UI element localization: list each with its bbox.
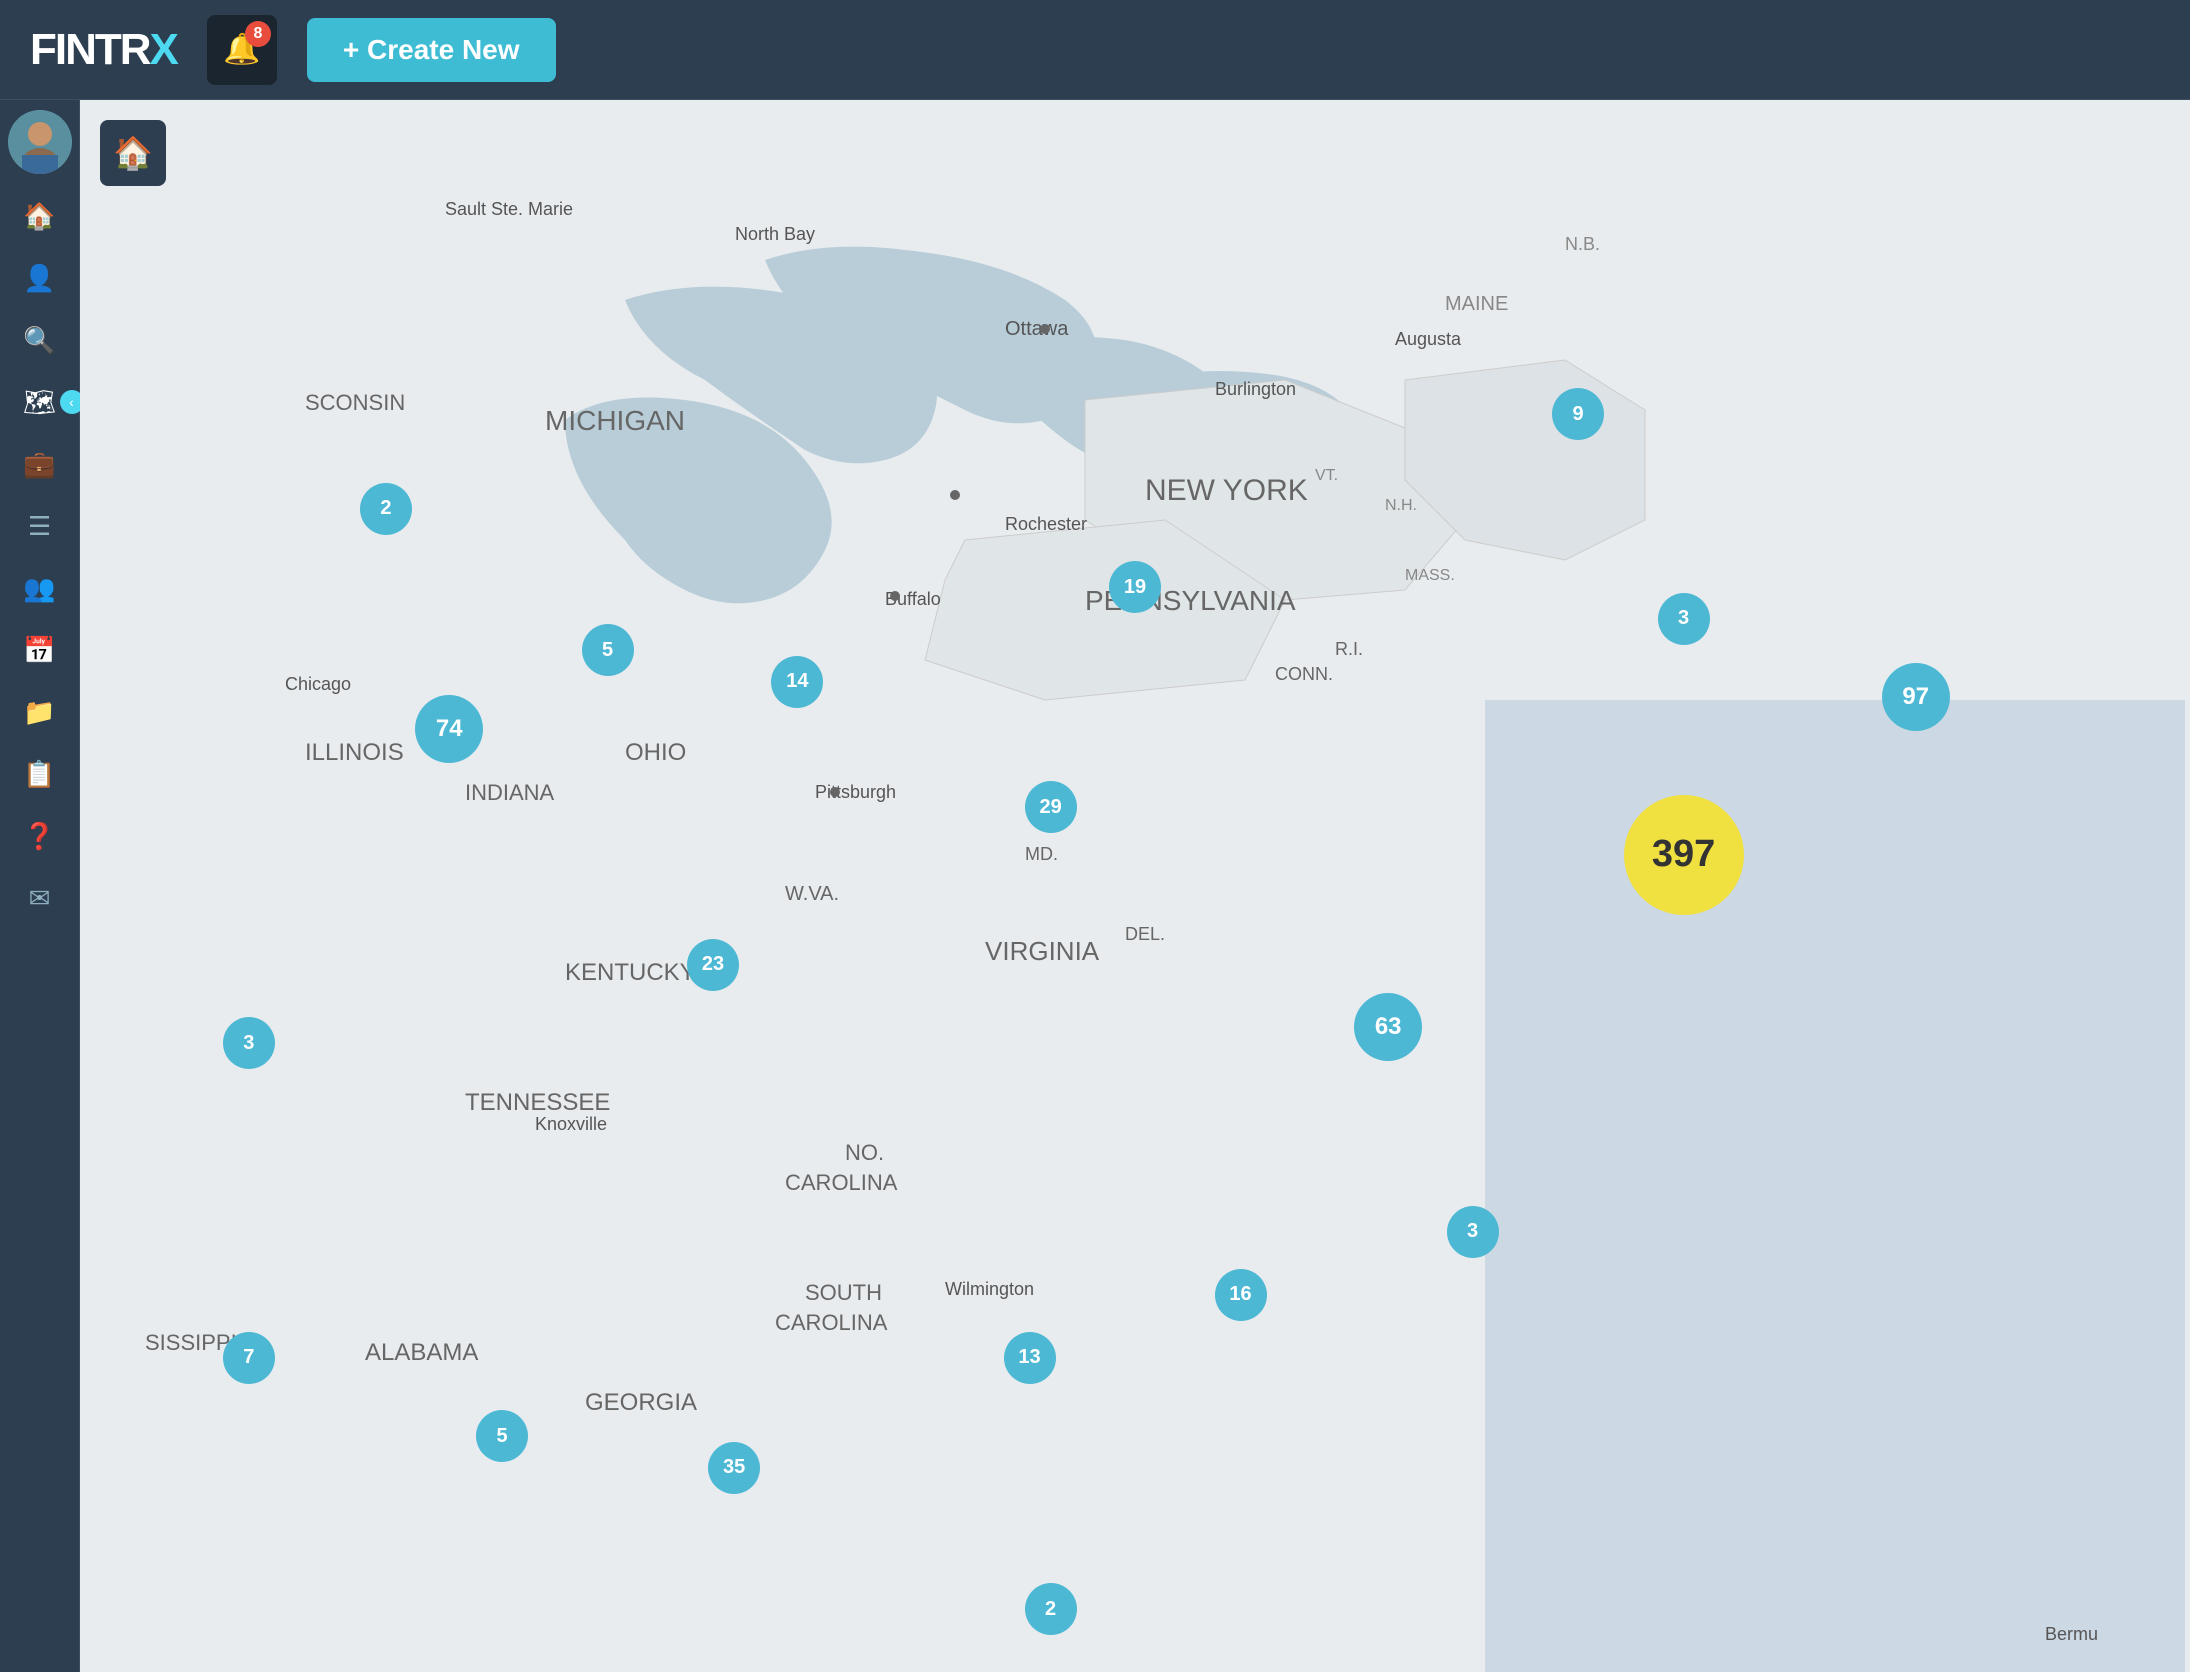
sidebar: 🏠 👤 🔍 🗺 ‹ 💼 ☰ 👥 📅 📁 📋 ❓ [0,100,80,1672]
svg-text:SOUTH: SOUTH [805,1280,882,1305]
map-marker-m15[interactable]: 16 [1215,1269,1267,1321]
map-svg: MICHIGAN SCONSIN ILLINOIS INDIANA OHIO P… [80,100,2190,1672]
sidebar-item-mail[interactable]: ✉ [10,870,70,926]
svg-text:Bermu: Bermu [2045,1624,2098,1644]
svg-text:SCONSIN: SCONSIN [305,390,405,415]
map-marker-m12[interactable]: 63 [1354,993,1422,1061]
sidebar-item-folder[interactable]: 📁 [10,684,70,740]
svg-text:Wilmington: Wilmington [945,1279,1034,1299]
svg-text:CONN.: CONN. [1275,664,1333,684]
map-marker-m5[interactable]: 19 [1109,561,1161,613]
briefcase-icon: 💼 [23,449,55,480]
map-container: 🏠 [80,100,2190,1672]
map-marker-m11[interactable]: 23 [687,939,739,991]
svg-text:ALABAMA: ALABAMA [365,1339,478,1366]
svg-text:W.VA.: W.VA. [785,883,839,905]
map-marker-m18[interactable]: 5 [476,1410,528,1462]
sidebar-item-home[interactable]: 🏠 [10,188,70,244]
map-home-button[interactable]: 🏠 [100,120,166,186]
svg-text:Sault Ste. Marie: Sault Ste. Marie [445,199,573,219]
notepad-icon: 📋 [23,759,55,790]
svg-text:INDIANA: INDIANA [465,780,555,805]
svg-text:NEW YORK: NEW YORK [1145,474,1308,507]
map-marker-m1[interactable]: 2 [360,483,412,535]
svg-text:KENTUCKY: KENTUCKY [565,959,696,986]
map-marker-m17[interactable]: 7 [223,1332,275,1384]
map-home-icon: 🏠 [113,134,153,172]
svg-text:N.B.: N.B. [1565,234,1600,254]
map-marker-m9[interactable]: 397 [1624,795,1744,915]
notification-button[interactable]: 🔔 8 [207,15,277,85]
svg-text:Augusta: Augusta [1395,329,1462,349]
map-marker-m8[interactable]: 97 [1882,663,1950,731]
team-icon: 👥 [23,573,55,604]
map-marker-m7[interactable]: 3 [1658,593,1710,645]
svg-text:OHIO: OHIO [625,739,686,766]
folder-icon: 📁 [23,697,55,728]
map-marker-m6[interactable]: 9 [1552,388,1604,440]
map-marker-m19[interactable]: 35 [708,1442,760,1494]
main-layout: 🏠 👤 🔍 🗺 ‹ 💼 ☰ 👥 📅 📁 📋 ❓ [0,100,2190,1672]
map-marker-m13[interactable]: 3 [223,1017,275,1069]
header: FINTRX 🔔 8 + Create New [0,0,2190,100]
list-icon: ☰ [28,511,51,542]
sidebar-item-help[interactable]: ❓ [10,808,70,864]
logo-x: X [150,25,177,74]
svg-text:CAROLINA: CAROLINA [785,1170,898,1195]
sidebar-item-briefcase[interactable]: 💼 [10,436,70,492]
svg-text:ILLINOIS: ILLINOIS [305,739,404,766]
svg-text:Knoxville: Knoxville [535,1114,607,1134]
sidebar-item-calendar[interactable]: 📅 [10,622,70,678]
create-new-button[interactable]: + Create New [307,18,556,82]
svg-text:VIRGINIA: VIRGINIA [985,936,1100,966]
svg-text:Ottawa: Ottawa [1005,318,1069,340]
svg-text:DEL.: DEL. [1125,924,1165,944]
help-icon: ❓ [23,821,55,852]
sidebar-item-person[interactable]: 👤 [10,250,70,306]
calendar-icon: 📅 [23,635,55,666]
svg-text:Chicago: Chicago [285,674,351,694]
logo-text: FINTRX [30,25,177,75]
logo: FINTRX [30,25,177,75]
map-marker-m2[interactable]: 74 [415,695,483,763]
person-icon: 👤 [23,263,55,294]
map-marker-m16[interactable]: 13 [1004,1332,1056,1384]
mail-icon: ✉ [29,883,51,914]
svg-text:North Bay: North Bay [735,224,815,244]
svg-text:MAINE: MAINE [1445,293,1508,315]
map-marker-m14[interactable]: 3 [1447,1206,1499,1258]
home-icon: 🏠 [23,201,55,232]
map-marker-m4[interactable]: 14 [771,656,823,708]
avatar [8,110,72,174]
svg-text:CAROLINA: CAROLINA [775,1310,888,1335]
sidebar-item-team[interactable]: 👥 [10,560,70,616]
sidebar-item-map[interactable]: 🗺 ‹ [10,374,70,430]
svg-text:TENNESSEE: TENNESSEE [465,1089,610,1116]
svg-text:Burlington: Burlington [1215,379,1296,399]
map-marker-m10[interactable]: 29 [1025,781,1077,833]
svg-text:Pittsburgh: Pittsburgh [815,782,896,802]
notification-badge: 8 [245,21,271,47]
svg-text:MD.: MD. [1025,844,1058,864]
svg-text:MASS.: MASS. [1405,567,1455,584]
map-marker-m20[interactable]: 2 [1025,1583,1077,1635]
svg-text:N.H.: N.H. [1385,497,1417,514]
search-icon: 🔍 [23,325,55,356]
svg-text:R.I.: R.I. [1335,639,1363,659]
sidebar-item-notepad[interactable]: 📋 [10,746,70,802]
svg-text:NO.: NO. [845,1140,884,1165]
svg-text:VT.: VT. [1315,467,1338,484]
sidebar-item-list[interactable]: ☰ [10,498,70,554]
sidebar-item-search[interactable]: 🔍 [10,312,70,368]
svg-text:Rochester: Rochester [1005,514,1087,534]
map-marker-m3[interactable]: 5 [582,624,634,676]
svg-text:GEORGIA: GEORGIA [585,1389,697,1416]
map-icon: 🗺 [23,387,56,418]
svg-text:MICHIGAN: MICHIGAN [545,405,685,436]
